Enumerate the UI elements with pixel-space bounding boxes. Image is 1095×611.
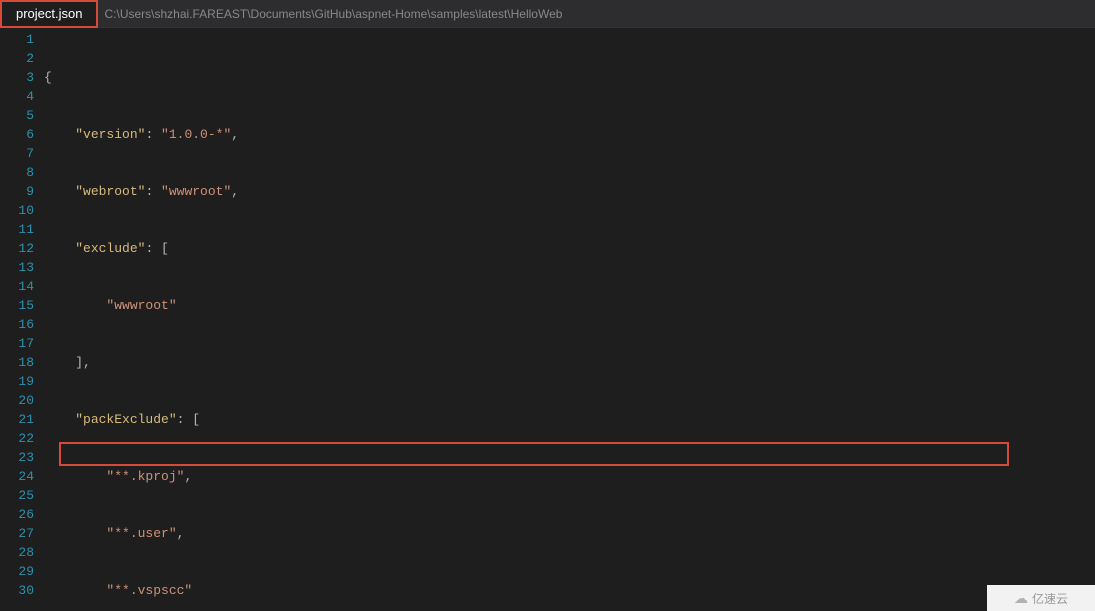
line-number: 2 — [0, 49, 34, 68]
line-number: 8 — [0, 163, 34, 182]
line-number: 13 — [0, 258, 34, 277]
line-number: 23 — [0, 448, 34, 467]
line-number: 30 — [0, 581, 34, 600]
line-number: 4 — [0, 87, 34, 106]
line-number: 22 — [0, 429, 34, 448]
line-number: 21 — [0, 410, 34, 429]
line-number: 15 — [0, 296, 34, 315]
editor[interactable]: 1234567891011121314151617181920212223242… — [0, 28, 1095, 611]
cloud-icon: ☁ — [1014, 590, 1028, 607]
line-number: 1 — [0, 30, 34, 49]
line-number: 28 — [0, 543, 34, 562]
line-number: 10 — [0, 201, 34, 220]
line-number: 7 — [0, 144, 34, 163]
watermark-text: 亿速云 — [1032, 590, 1068, 607]
line-number: 12 — [0, 239, 34, 258]
line-number: 5 — [0, 106, 34, 125]
line-number: 14 — [0, 277, 34, 296]
watermark: ☁ 亿速云 — [987, 585, 1095, 611]
line-number: 3 — [0, 68, 34, 87]
line-number: 26 — [0, 505, 34, 524]
line-number: 17 — [0, 334, 34, 353]
line-number: 29 — [0, 562, 34, 581]
line-number: 16 — [0, 315, 34, 334]
line-number: 25 — [0, 486, 34, 505]
tab-bar: project.json C:\Users\shzhai.FAREAST\Doc… — [0, 0, 1095, 28]
line-number: 27 — [0, 524, 34, 543]
tab-project-json[interactable]: project.json — [0, 0, 98, 28]
code-area[interactable]: { "version": "1.0.0-*", "webroot": "wwwr… — [44, 28, 1095, 611]
file-path: C:\Users\shzhai.FAREAST\Documents\GitHub… — [98, 7, 562, 21]
line-number: 20 — [0, 391, 34, 410]
line-number: 11 — [0, 220, 34, 239]
line-number: 18 — [0, 353, 34, 372]
line-number-gutter: 1234567891011121314151617181920212223242… — [0, 28, 44, 611]
line-number: 19 — [0, 372, 34, 391]
line-number: 9 — [0, 182, 34, 201]
line-number: 24 — [0, 467, 34, 486]
line-number: 6 — [0, 125, 34, 144]
